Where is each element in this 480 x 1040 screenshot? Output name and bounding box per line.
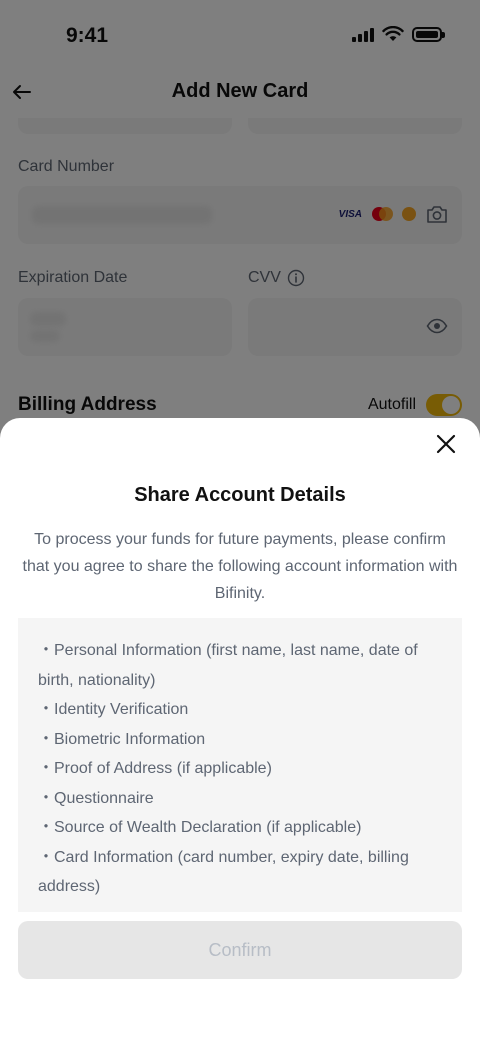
confirm-button[interactable]: Confirm bbox=[18, 921, 462, 979]
list-item: ・Personal Information (first name, last … bbox=[38, 642, 418, 689]
list-item: ・Card Information (card number, expiry d… bbox=[38, 848, 409, 896]
list-item: ・Identity Verification bbox=[38, 701, 189, 718]
close-icon[interactable] bbox=[434, 432, 458, 456]
list-item: ・Questionnaire bbox=[38, 789, 154, 807]
sheet-description: To process your funds for future payment… bbox=[22, 531, 458, 602]
share-account-details-sheet: Share Account Details To process your fu… bbox=[0, 418, 480, 1040]
list-item: ・Proof of Address (if applicable) bbox=[38, 760, 272, 777]
shared-info-list: ・Personal Information (first name, last … bbox=[18, 618, 462, 912]
sheet-title: Share Account Details bbox=[134, 484, 346, 506]
list-item: ・Biometric Information bbox=[38, 730, 206, 748]
list-item: ・Source of Wealth Declaration (if applic… bbox=[38, 819, 362, 836]
